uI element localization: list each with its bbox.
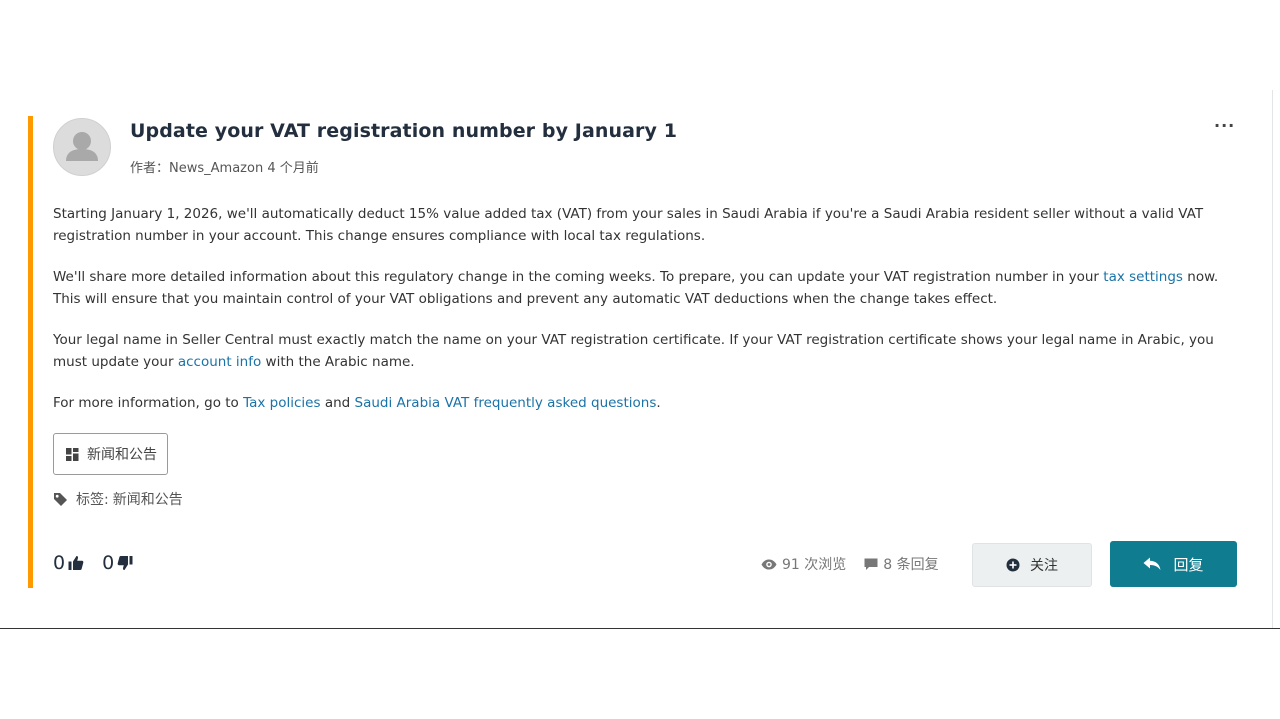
post-meta: 作者：News_Amazon 4 个月前	[130, 157, 319, 176]
paragraph-1-text: Starting January 1, 2026, we'll automati…	[53, 206, 1204, 244]
tag-icon	[54, 492, 67, 506]
views-count: 91 次浏览	[782, 557, 847, 573]
like-count: 0	[53, 552, 66, 574]
category-button-label: 新闻和公告	[87, 447, 157, 463]
follow-button-label: 关注	[1030, 558, 1058, 574]
paragraph-3-text-after: with the Arabic name.	[261, 354, 415, 370]
category-button[interactable]: 新闻和公告	[53, 433, 168, 475]
paragraph-4-text-mid: and	[320, 395, 355, 411]
post-card: Update your VAT registration number by J…	[28, 116, 1248, 588]
post-title[interactable]: Update your VAT registration number by J…	[130, 120, 677, 142]
paragraph-4: For more information, go to Tax policies…	[53, 392, 1241, 414]
post-time: 4 个月前	[267, 161, 319, 176]
reply-arrow-icon	[1143, 557, 1161, 570]
account-info-link[interactable]: account info	[178, 354, 261, 370]
eye-icon	[761, 559, 777, 569]
replies-stat: 8 条回复	[864, 554, 939, 574]
right-divider	[1272, 90, 1273, 628]
follow-button[interactable]: 关注	[972, 543, 1092, 587]
paragraph-1: Starting January 1, 2026, we'll automati…	[53, 203, 1241, 247]
thumbs-down-icon	[117, 556, 133, 570]
paragraph-2: We'll share more detailed information ab…	[53, 266, 1241, 310]
dislike-button[interactable]: 0	[102, 552, 133, 574]
thumbs-up-icon	[68, 556, 84, 570]
author-name[interactable]: News_Amazon	[169, 161, 263, 176]
accent-bar	[28, 116, 33, 588]
bottom-divider	[0, 628, 1280, 629]
post-body: Starting January 1, 2026, we'll automati…	[53, 203, 1241, 433]
views-stat: 91 次浏览	[761, 554, 846, 574]
tag-news[interactable]: 新闻和公告	[113, 489, 183, 509]
tags-label: 标签:	[76, 492, 109, 508]
more-menu-icon[interactable]: ···	[1214, 116, 1235, 135]
reply-button[interactable]: 回复	[1110, 541, 1237, 587]
tags-row: 标签: 新闻和公告	[53, 489, 183, 509]
post-stats: 91 次浏览 8 条回复	[761, 554, 939, 574]
dislike-count: 0	[102, 552, 115, 574]
author-avatar[interactable]	[53, 118, 111, 176]
tax-settings-link[interactable]: tax settings	[1103, 269, 1183, 285]
like-button[interactable]: 0	[53, 552, 84, 574]
vote-controls: 0 0	[53, 552, 133, 574]
reply-button-label: 回复	[1173, 555, 1204, 574]
paragraph-2-text-before: We'll share more detailed information ab…	[53, 269, 1104, 285]
plus-circle-icon	[1006, 558, 1020, 572]
tax-policies-link[interactable]: Tax policies	[243, 395, 320, 411]
replies-count: 8 条回复	[883, 557, 939, 573]
author-prefix: 作者：	[130, 161, 170, 176]
category-grid-icon	[66, 447, 79, 461]
saudi-vat-faq-link[interactable]: Saudi Arabia VAT frequently asked questi…	[355, 395, 657, 411]
user-avatar-icon	[66, 132, 98, 161]
page-frame: Update your VAT registration number by J…	[0, 0, 1280, 719]
paragraph-4-text-after: .	[656, 395, 661, 411]
paragraph-3: Your legal name in Seller Central must e…	[53, 329, 1241, 373]
comment-icon	[864, 558, 878, 570]
paragraph-4-text-before: For more information, go to	[53, 395, 244, 411]
